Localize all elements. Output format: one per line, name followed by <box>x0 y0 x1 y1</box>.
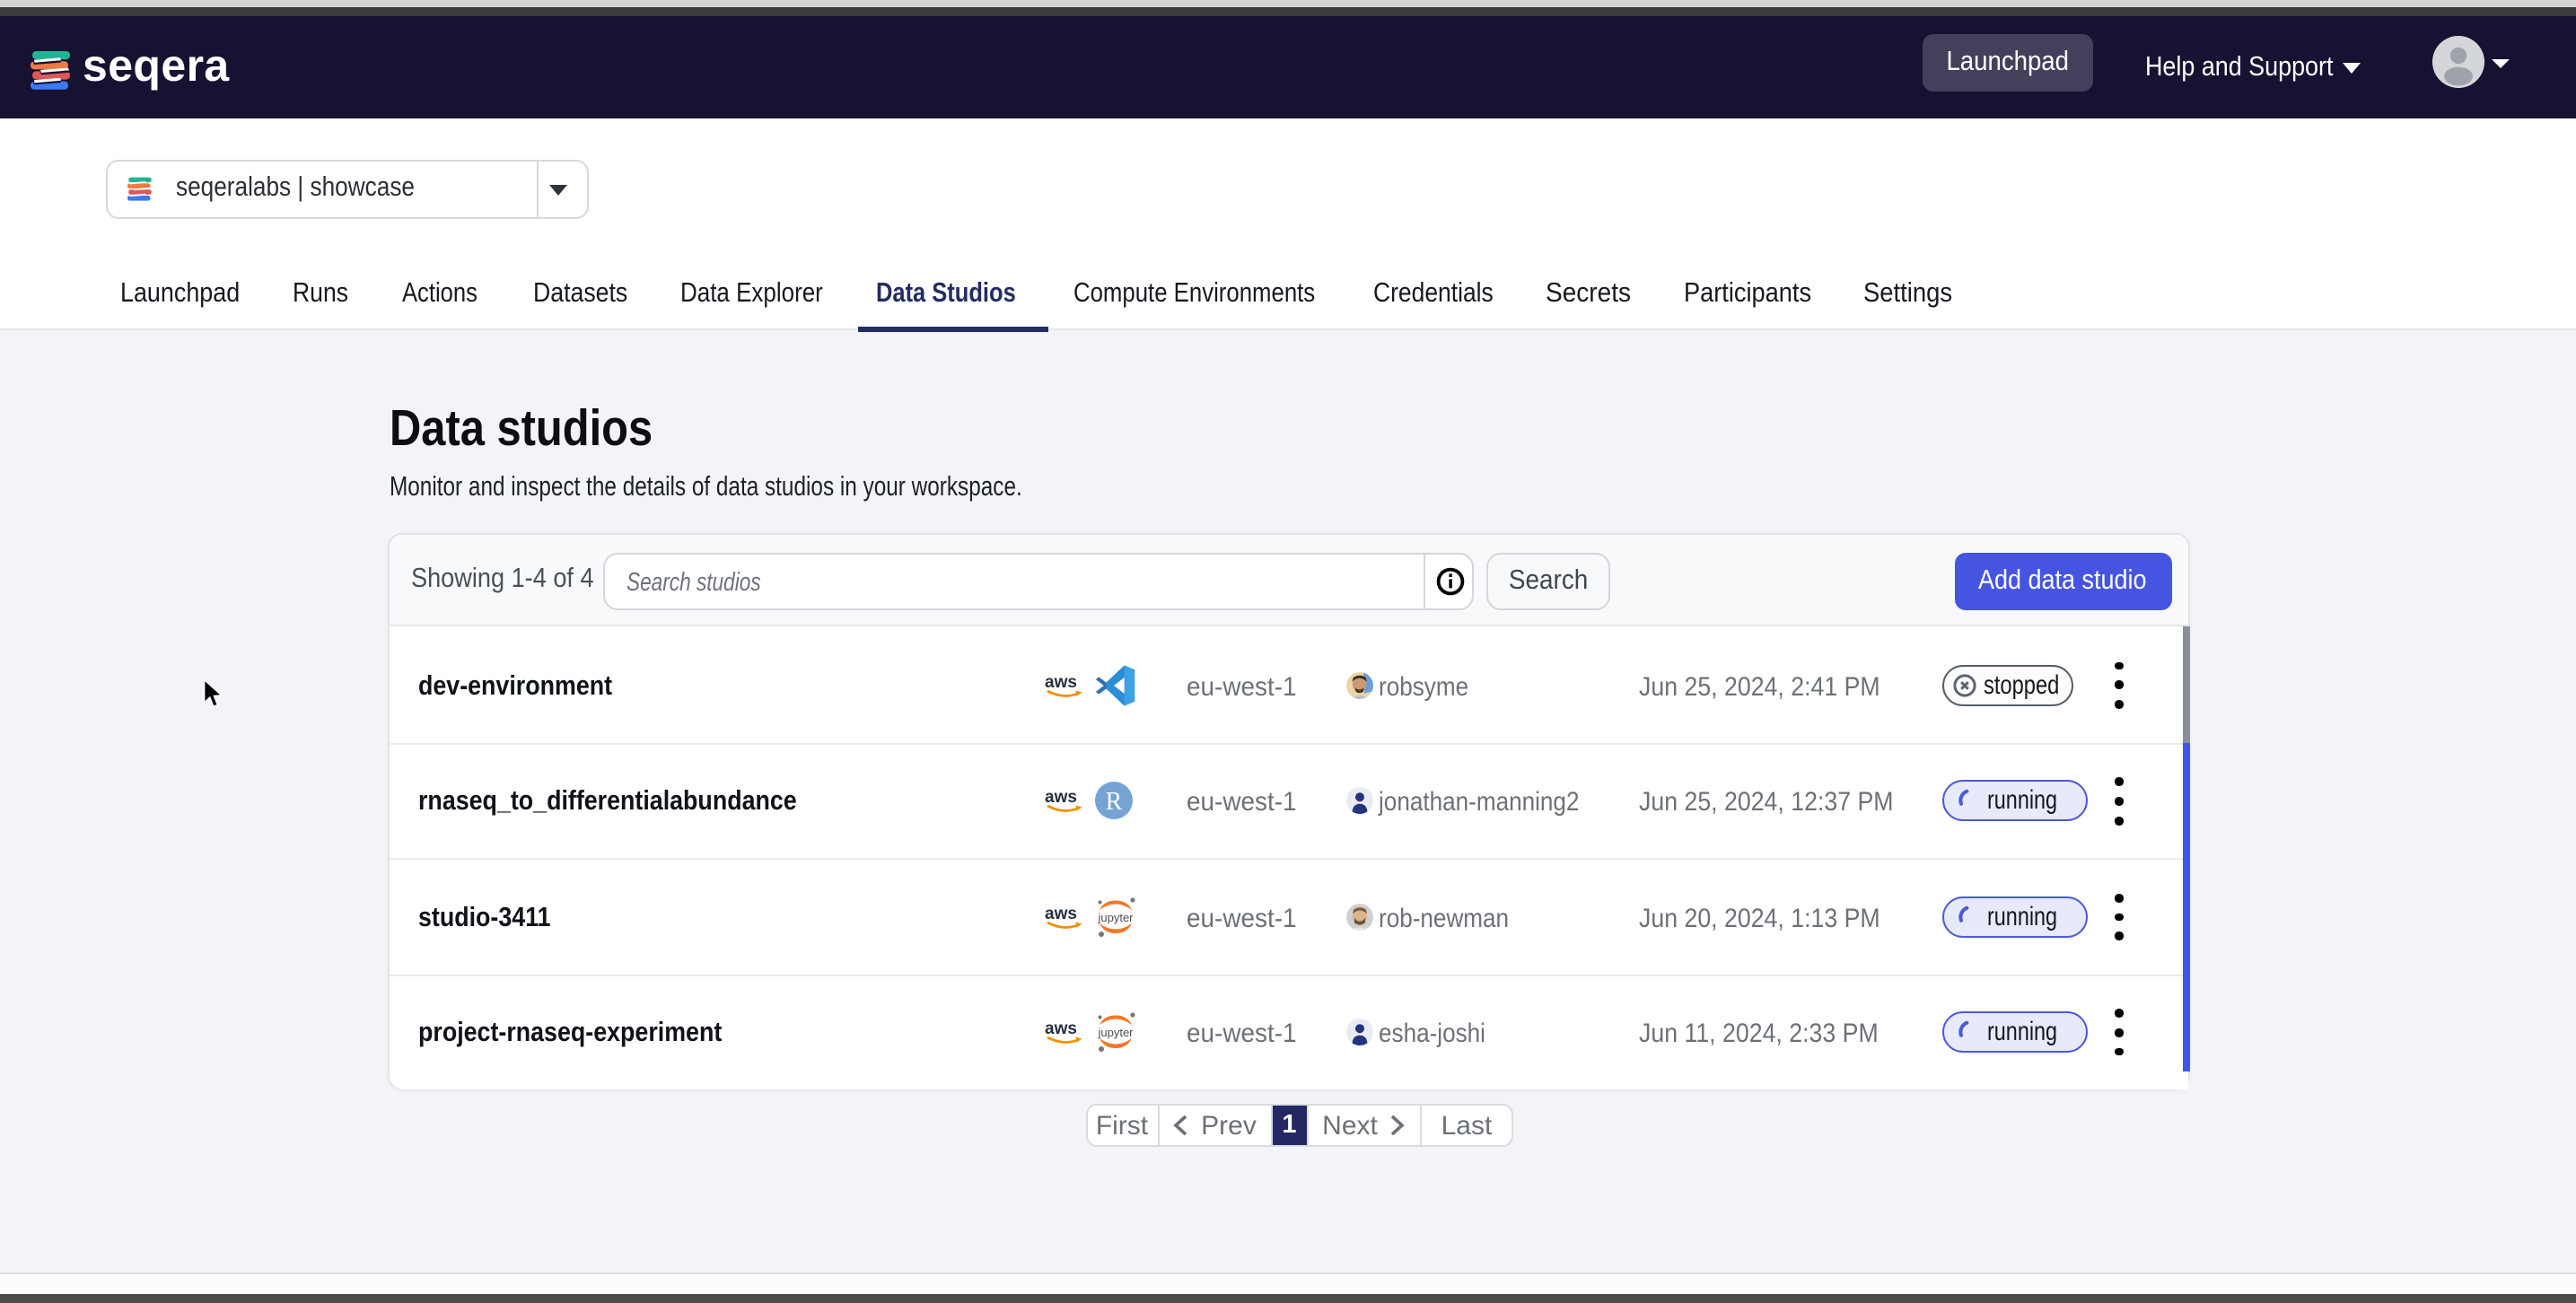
svg-text:aws: aws <box>1045 905 1077 923</box>
svg-text:jupyter: jupyter <box>1097 911 1134 924</box>
svg-text:aws: aws <box>1045 1020 1077 1039</box>
svg-text:R: R <box>1106 789 1123 817</box>
svg-text:jupyter: jupyter <box>1097 1027 1134 1040</box>
svg-text:aws: aws <box>1045 789 1077 808</box>
svg-text:aws: aws <box>1045 672 1077 691</box>
